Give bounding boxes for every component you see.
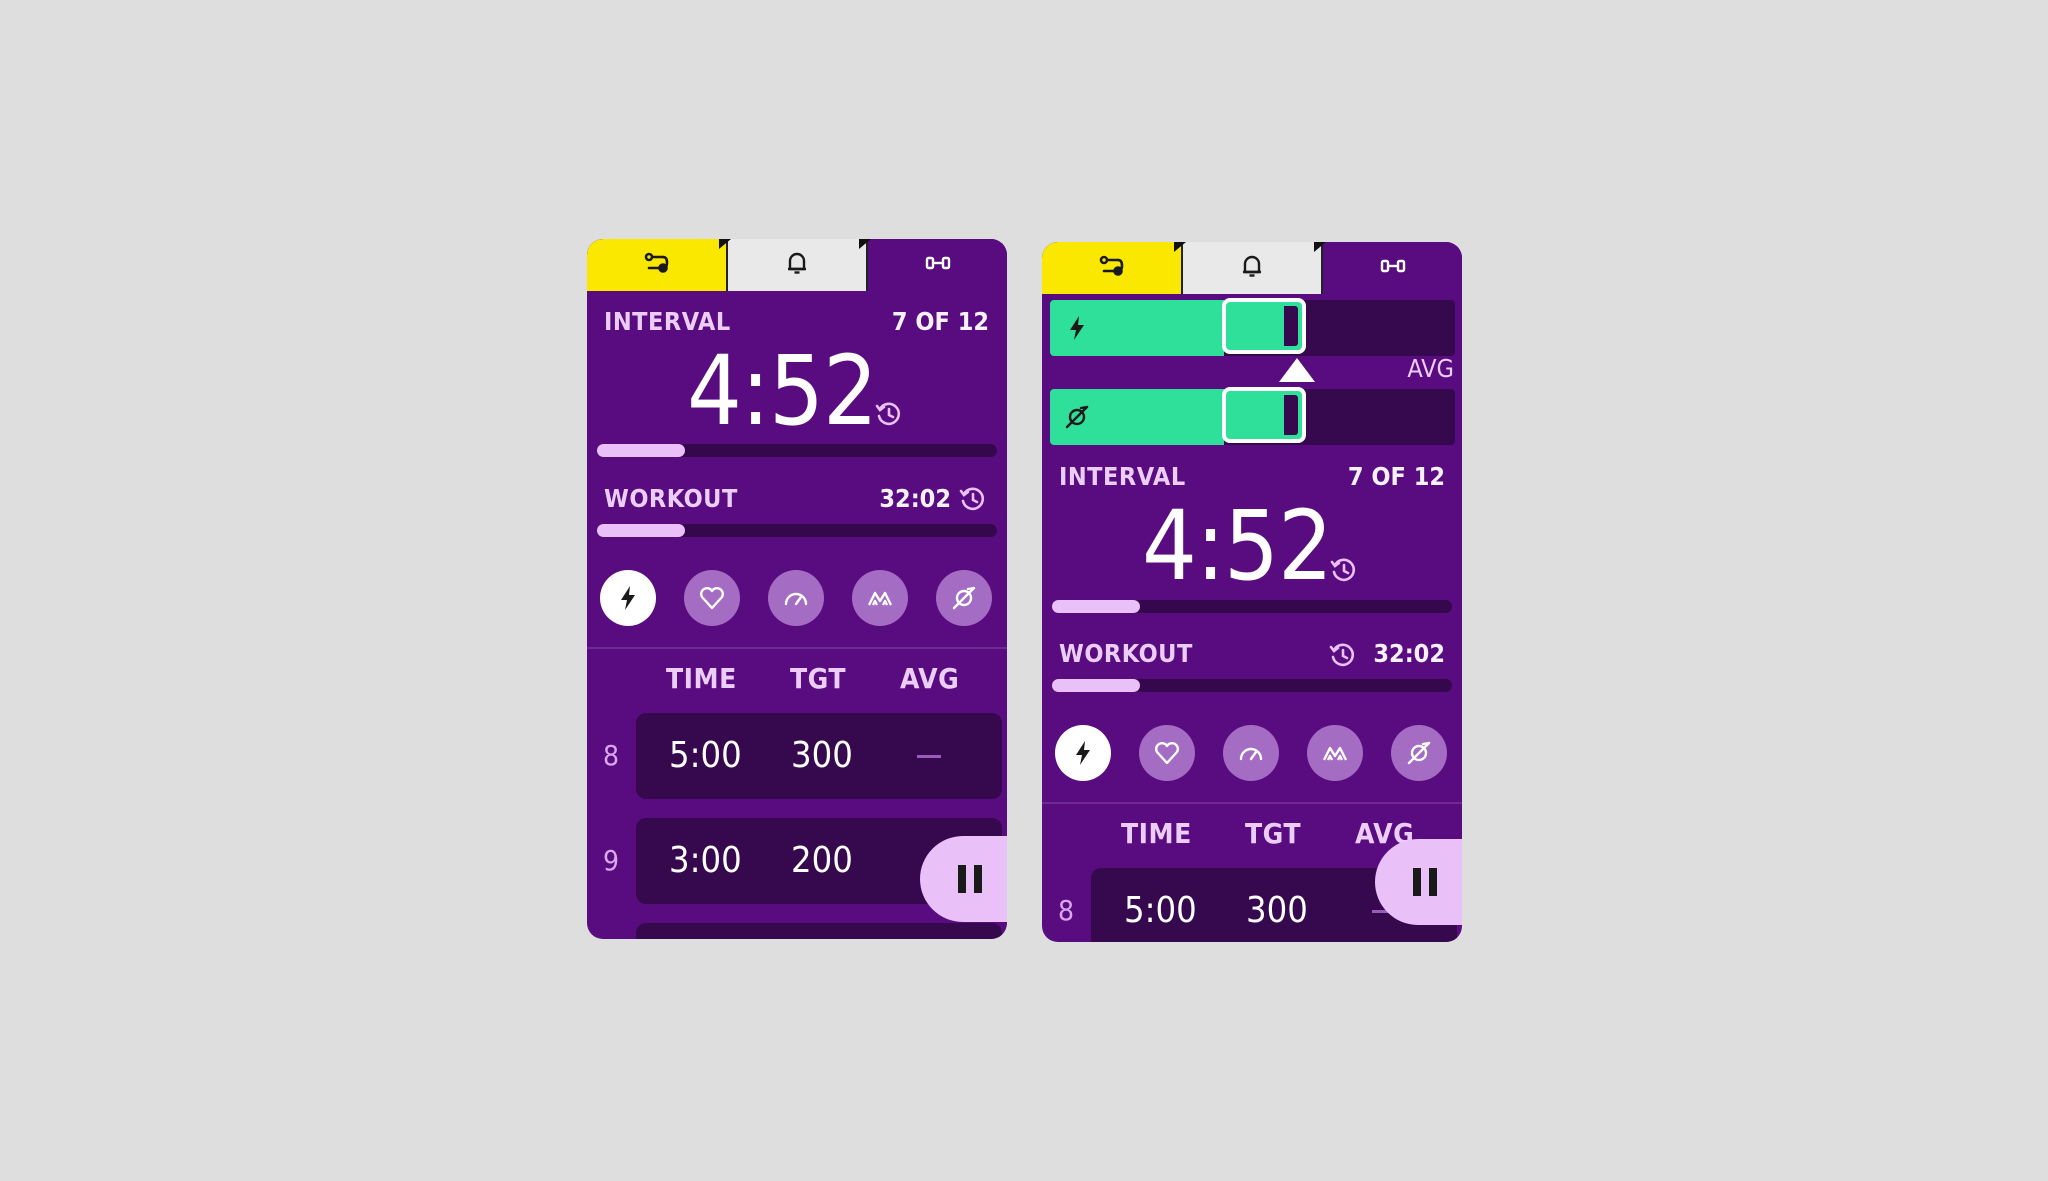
cadence-slider[interactable] bbox=[1050, 387, 1455, 445]
metric-cadence-button[interactable] bbox=[1391, 725, 1447, 781]
workout-clock-icon bbox=[1328, 640, 1358, 670]
tab-alerts[interactable] bbox=[725, 239, 869, 291]
speedometer-icon bbox=[1239, 747, 1263, 761]
cadence-icon bbox=[952, 586, 976, 610]
table-row[interactable]: 5:00 300 bbox=[636, 713, 1002, 799]
tab-alerts[interactable] bbox=[1180, 242, 1324, 294]
row-avg-empty bbox=[917, 755, 941, 758]
tab-controls[interactable] bbox=[587, 239, 726, 291]
cadence-icon bbox=[1407, 741, 1431, 765]
metric-selector bbox=[600, 570, 992, 626]
interval-label: INTERVAL bbox=[604, 307, 731, 336]
interval-counter: 7 OF 12 bbox=[1347, 462, 1445, 491]
interval-progress-bar bbox=[597, 444, 997, 457]
heart-icon bbox=[699, 586, 725, 610]
tab-notch bbox=[859, 239, 871, 249]
speedometer-icon bbox=[784, 592, 808, 606]
pause-button[interactable] bbox=[920, 836, 1007, 922]
row-target: 200 bbox=[791, 840, 853, 881]
interval-progress-bar bbox=[1052, 600, 1452, 613]
metric-elevation-button[interactable] bbox=[852, 570, 908, 626]
tab-workout[interactable] bbox=[868, 239, 1007, 291]
dumbbell-icon bbox=[1378, 251, 1408, 285]
bell-icon bbox=[782, 248, 812, 282]
tab-bar bbox=[1042, 242, 1462, 294]
metric-cadence-button[interactable] bbox=[936, 570, 992, 626]
workout-label: WORKOUT bbox=[604, 484, 738, 513]
tab-bar bbox=[587, 239, 1007, 291]
interval-time: 4:52 bbox=[1142, 490, 1333, 602]
tab-notch bbox=[1314, 242, 1326, 252]
tab-notch bbox=[719, 239, 731, 249]
tab-workout[interactable] bbox=[1323, 242, 1462, 294]
workout-screen-left: INTERVAL 7 OF 12 4:52 WORKOUT 32:02 TIME… bbox=[587, 239, 1007, 939]
interval-time: 4:52 bbox=[687, 335, 878, 447]
workout-clock-icon bbox=[958, 484, 988, 514]
avg-marker-label: AVG bbox=[1407, 354, 1454, 383]
tab-controls[interactable] bbox=[1042, 242, 1181, 294]
lightning-icon bbox=[621, 586, 635, 610]
interval-label: INTERVAL bbox=[1059, 462, 1186, 491]
interval-counter: 7 OF 12 bbox=[891, 307, 989, 336]
workout-screen-right: AVG INTERVAL 7 OF 12 4:52 WORKOUT 32:02 bbox=[1042, 242, 1462, 942]
interval-reset-icon[interactable] bbox=[1329, 555, 1359, 585]
power-slider-thumb[interactable] bbox=[1222, 298, 1307, 354]
metric-speed-button[interactable] bbox=[1223, 725, 1279, 781]
col-header-time: TIME bbox=[1121, 817, 1192, 850]
route-sliders-icon bbox=[1096, 251, 1126, 285]
mountain-icon bbox=[1322, 746, 1348, 761]
mountain-icon bbox=[867, 591, 893, 606]
power-slider[interactable] bbox=[1050, 298, 1455, 356]
divider bbox=[1042, 802, 1462, 804]
pause-button[interactable] bbox=[1375, 839, 1462, 925]
cadence-icon bbox=[1062, 402, 1092, 432]
metric-heart-rate-button[interactable] bbox=[684, 570, 740, 626]
row-target: 300 bbox=[1246, 890, 1308, 931]
metric-elevation-button[interactable] bbox=[1307, 725, 1363, 781]
workout-label: WORKOUT bbox=[1059, 639, 1193, 668]
dumbbell-icon bbox=[923, 248, 953, 282]
metric-power-button[interactable] bbox=[600, 570, 656, 626]
metric-power-button[interactable] bbox=[1055, 725, 1111, 781]
workout-progress-bar bbox=[1052, 679, 1452, 692]
avg-marker-arrow bbox=[1279, 358, 1315, 382]
workout-progress-fill bbox=[597, 524, 685, 537]
workout-progress-fill bbox=[1052, 679, 1140, 692]
divider bbox=[587, 647, 1007, 649]
row-number: 8 bbox=[603, 739, 620, 772]
col-header-time: TIME bbox=[666, 662, 737, 695]
route-sliders-icon bbox=[641, 248, 671, 282]
row-number: 8 bbox=[1058, 894, 1075, 927]
interval-progress-fill bbox=[597, 444, 685, 457]
interval-progress-fill bbox=[1052, 600, 1140, 613]
col-header-avg: AVG bbox=[900, 662, 960, 695]
table-row[interactable] bbox=[636, 923, 1002, 939]
lightning-icon bbox=[1062, 313, 1092, 343]
row-time: 3:00 bbox=[669, 840, 742, 881]
col-header-tgt: TGT bbox=[1245, 817, 1302, 850]
tab-notch bbox=[1174, 242, 1186, 252]
pause-icon bbox=[1413, 868, 1437, 896]
row-number: 9 bbox=[603, 844, 620, 877]
interval-reset-icon[interactable] bbox=[874, 399, 904, 429]
heart-icon bbox=[1154, 741, 1180, 765]
metric-selector bbox=[1055, 725, 1447, 781]
row-target: 300 bbox=[791, 735, 853, 776]
cadence-slider-thumb[interactable] bbox=[1222, 387, 1307, 443]
pause-icon bbox=[958, 865, 982, 893]
workout-time: 32:02 bbox=[879, 484, 951, 513]
bell-icon bbox=[1237, 251, 1267, 285]
metric-speed-button[interactable] bbox=[768, 570, 824, 626]
lightning-icon bbox=[1076, 741, 1090, 765]
metric-heart-rate-button[interactable] bbox=[1139, 725, 1195, 781]
row-time: 5:00 bbox=[1124, 890, 1197, 931]
col-header-tgt: TGT bbox=[790, 662, 847, 695]
row-time: 5:00 bbox=[669, 735, 742, 776]
workout-time: 32:02 bbox=[1373, 639, 1445, 668]
workout-progress-bar bbox=[597, 524, 997, 537]
